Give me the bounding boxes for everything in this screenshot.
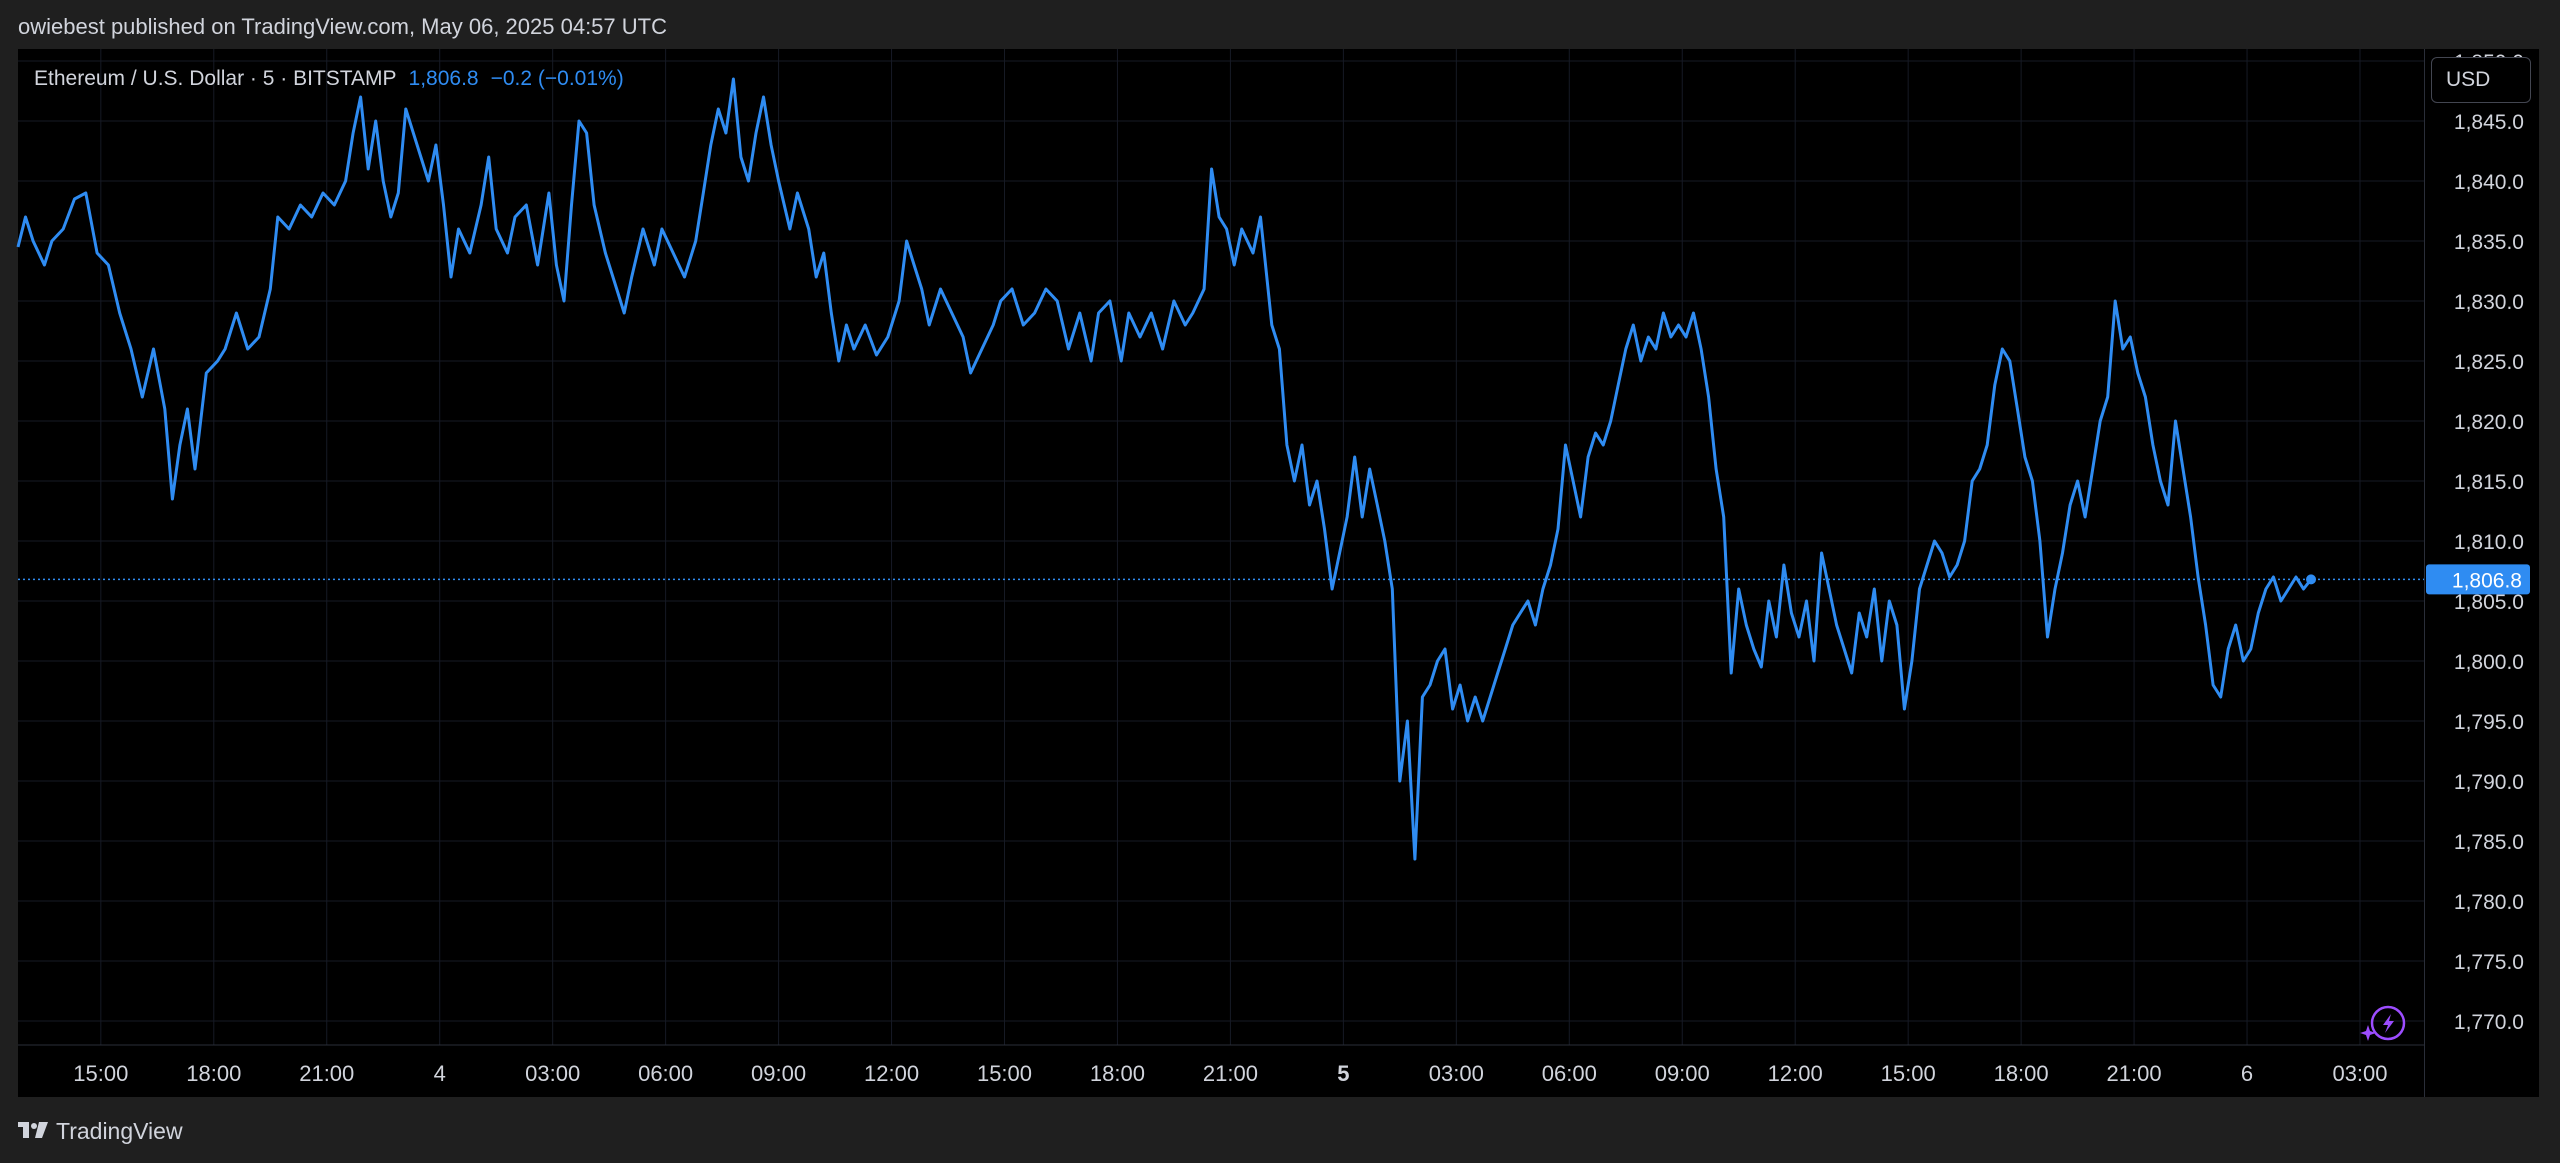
y-tick-label: 1,800.0 [2454,651,2524,674]
y-tick-label: 1,810.0 [2454,531,2524,554]
tradingview-logo-svg [18,1121,48,1138]
y-tick-label: 1,820.0 [2454,411,2524,434]
x-tick-label: 18:00 [186,1061,241,1086]
y-tick-label: 1,795.0 [2454,711,2524,734]
x-tick-label: 09:00 [1655,1061,1710,1086]
price-chart: 1,850.01,845.01,840.01,835.01,830.01,825… [16,49,2530,1086]
footer: TradingView [18,1117,183,1145]
x-tick-label: 03:00 [525,1061,580,1086]
y-tick-label: 1,785.0 [2454,831,2524,854]
x-tick-label: 06:00 [638,1061,693,1086]
x-tick-label: 12:00 [1768,1061,1823,1086]
x-tick-label: 21:00 [299,1061,354,1086]
legend-price: 1,806.8 [408,67,479,90]
x-tick-label: 06:00 [1542,1061,1597,1086]
legend-change: −0.2 (−0.01%) [490,67,624,90]
last-price-label: 1,806.8 [2452,569,2522,592]
price-series-line [16,77,2313,861]
flash-icon[interactable] [2360,1005,2406,1041]
y-tick-label: 1,840.0 [2454,171,2524,194]
x-tick-label: 18:00 [1090,1061,1145,1086]
x-tick-label: 15:00 [1881,1061,1936,1086]
x-tick-label: 4 [434,1061,446,1086]
y-tick-label: 1,775.0 [2454,951,2524,974]
y-tick-label: 1,805.0 [2454,591,2524,614]
currency-button[interactable]: USD [2431,57,2531,103]
chart-legend: Ethereum / U.S. Dollar · 5 · BITSTAMP 1,… [34,67,624,91]
x-tick-label: 03:00 [1429,1061,1484,1086]
legend-symbol[interactable]: Ethereum / U.S. Dollar · 5 · BITSTAMP [34,67,397,91]
x-tick-label: 12:00 [864,1061,919,1086]
y-tick-label: 1,815.0 [2454,471,2524,494]
x-tick-label: 15:00 [73,1061,128,1086]
y-tick-label: 1,830.0 [2454,291,2524,314]
tradingview-logo-icon[interactable] [18,1119,48,1144]
y-tick-label: 1,845.0 [2454,111,2524,134]
x-tick-label: 5 [1337,1061,1349,1086]
x-tick-label: 03:00 [2332,1061,2387,1086]
y-tick-label: 1,835.0 [2454,231,2524,254]
y-tick-label: 1,790.0 [2454,771,2524,794]
x-tick-label: 18:00 [1994,1061,2049,1086]
y-tick-label: 1,780.0 [2454,891,2524,914]
x-tick-label: 09:00 [751,1061,806,1086]
x-tick-label: 21:00 [1203,1061,1258,1086]
y-tick-label: 1,770.0 [2454,1011,2524,1034]
y-tick-label: 1,825.0 [2454,351,2524,374]
x-tick-label: 15:00 [977,1061,1032,1086]
x-tick-label: 6 [2241,1061,2253,1086]
footer-brand[interactable]: TradingView [56,1118,183,1145]
x-tick-label: 21:00 [2107,1061,2162,1086]
last-point-dot [2306,574,2317,585]
